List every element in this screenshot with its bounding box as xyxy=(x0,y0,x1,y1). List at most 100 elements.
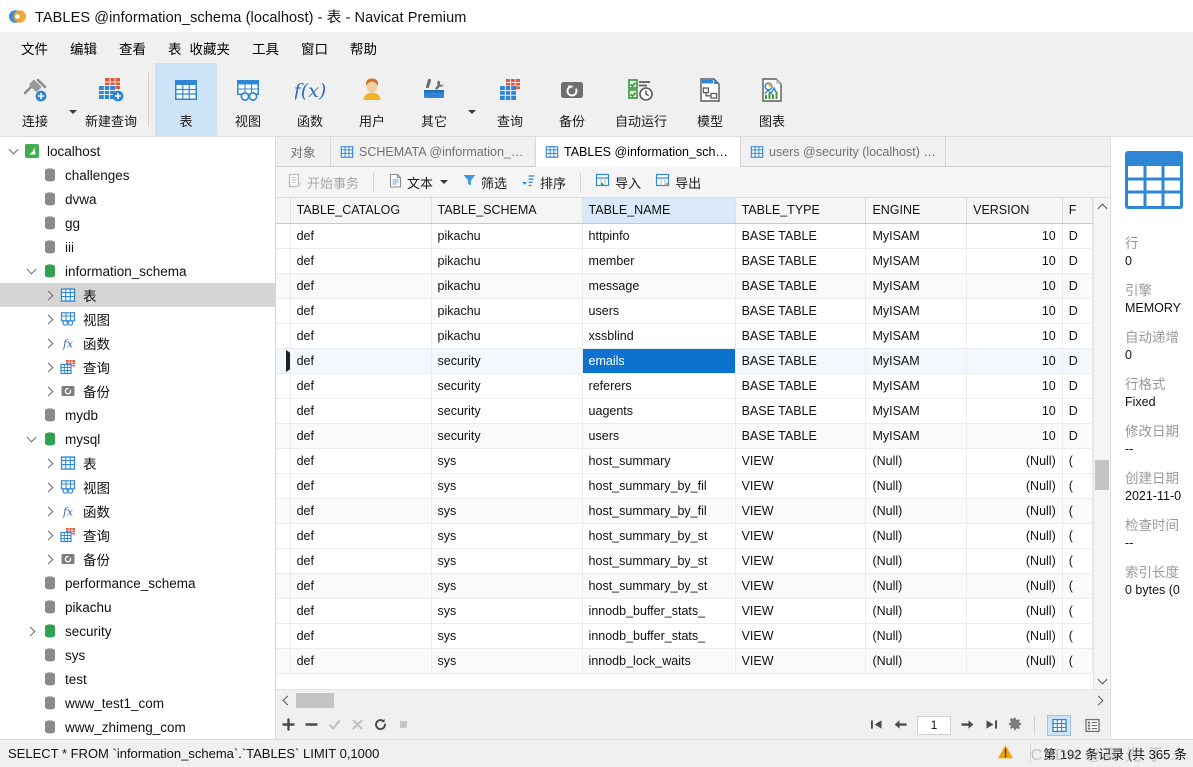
cell-table_name[interactable]: httpinfo xyxy=(582,223,736,249)
cell-table_schema[interactable]: sys xyxy=(431,623,583,649)
cell-f[interactable]: D xyxy=(1062,273,1093,299)
cell-table_type[interactable]: VIEW xyxy=(735,473,867,499)
cell-table_catalog[interactable]: def xyxy=(290,498,432,524)
tree-node-11[interactable]: mydb xyxy=(0,403,275,427)
cell-table_schema[interactable]: sys xyxy=(431,598,583,624)
cell-version[interactable]: 10 xyxy=(966,348,1063,374)
cell-table_type[interactable]: VIEW xyxy=(735,623,867,649)
table-row[interactable]: def pikachu member BASE TABLE MyISAM 10 D xyxy=(276,248,1093,274)
column-header-table_type[interactable]: TABLE_TYPE xyxy=(735,198,867,224)
cell-table_catalog[interactable]: def xyxy=(290,298,432,324)
grid-body[interactable]: def pikachu httpinfo BASE TABLE MyISAM 10 Ddef… xyxy=(276,223,1093,674)
cell-engine[interactable]: MyISAM xyxy=(865,248,968,274)
tree-node-15[interactable]: fx 函数 xyxy=(0,499,275,523)
cell-table_type[interactable]: BASE TABLE xyxy=(735,398,867,424)
cell-f[interactable]: D xyxy=(1062,373,1093,399)
cell-table_name[interactable]: innodb_lock_waits xyxy=(582,648,736,674)
chevron-right-icon[interactable] xyxy=(40,386,58,396)
cell-engine[interactable]: MyISAM xyxy=(865,298,968,324)
menu-tools[interactable]: 工具 xyxy=(241,35,290,61)
column-header-version[interactable]: VERSION xyxy=(966,198,1063,224)
column-header-table_name[interactable]: TABLE_NAME xyxy=(582,198,736,224)
cell-table_schema[interactable]: sys xyxy=(431,523,583,549)
table-row[interactable]: def pikachu users BASE TABLE MyISAM 10 D xyxy=(276,298,1093,324)
cell-version[interactable]: (Null) xyxy=(966,448,1063,474)
cell-table_type[interactable]: BASE TABLE xyxy=(735,373,867,399)
grid-vertical-scrollbar[interactable] xyxy=(1093,198,1110,689)
table-row[interactable]: def pikachu xssblind BASE TABLE MyISAM 10 D xyxy=(276,323,1093,349)
cell-table_schema[interactable]: security xyxy=(431,373,583,399)
cell-f[interactable]: ( xyxy=(1062,448,1093,474)
toolbar-function[interactable]: f(x) 函数 xyxy=(279,63,341,136)
tree-node-24[interactable]: www_zhimeng_com xyxy=(0,715,275,739)
hscroll-thumb[interactable] xyxy=(296,693,334,708)
tree-node-13[interactable]: 表 xyxy=(0,451,275,475)
tree-node-6[interactable]: 表 xyxy=(0,283,275,307)
menu-window[interactable]: 窗口 xyxy=(290,35,339,61)
scroll-left-button[interactable] xyxy=(276,695,296,706)
cell-engine[interactable]: (Null) xyxy=(865,598,968,624)
filter-button[interactable]: 筛选 xyxy=(456,170,513,195)
cell-table_catalog[interactable]: def xyxy=(290,373,432,399)
toolbar-view[interactable]: 视图 xyxy=(217,63,279,136)
chevron-right-icon[interactable] xyxy=(40,314,58,324)
table-row[interactable]: def sys host_summary_by_fil VIEW (Null) (Null… xyxy=(276,473,1093,499)
cell-version[interactable]: 10 xyxy=(966,248,1063,274)
cell-version[interactable]: 10 xyxy=(966,223,1063,249)
cell-table_schema[interactable]: pikachu xyxy=(431,323,583,349)
cell-version[interactable]: (Null) xyxy=(966,498,1063,524)
cell-table_type[interactable]: BASE TABLE xyxy=(735,248,867,274)
cell-table_catalog[interactable]: def xyxy=(290,523,432,549)
row-gutter[interactable] xyxy=(276,648,291,674)
tree-node-4[interactable]: iii xyxy=(0,235,275,259)
tree-node-18[interactable]: performance_schema xyxy=(0,571,275,595)
chevron-right-icon[interactable] xyxy=(40,362,58,372)
cell-table_schema[interactable]: pikachu xyxy=(431,298,583,324)
cell-table_type[interactable]: VIEW xyxy=(735,548,867,574)
cell-f[interactable]: ( xyxy=(1062,623,1093,649)
tree-node-10[interactable]: 备份 xyxy=(0,379,275,403)
vscroll-track[interactable] xyxy=(1094,215,1110,672)
grid-view-button[interactable] xyxy=(1047,714,1071,736)
tree-node-5[interactable]: information_schema xyxy=(0,259,275,283)
cell-engine[interactable]: (Null) xyxy=(865,473,968,499)
cell-f[interactable]: D xyxy=(1062,323,1093,349)
row-gutter[interactable] xyxy=(276,323,291,349)
chevron-down-icon[interactable] xyxy=(4,144,22,155)
cell-f[interactable]: ( xyxy=(1062,498,1093,524)
cell-f[interactable]: ( xyxy=(1062,523,1093,549)
cell-table_type[interactable]: VIEW xyxy=(735,448,867,474)
row-gutter[interactable] xyxy=(276,223,291,249)
cell-version[interactable]: 10 xyxy=(966,298,1063,324)
row-gutter[interactable] xyxy=(276,248,291,274)
grid-settings-button[interactable] xyxy=(1008,717,1022,733)
prev-page-button[interactable] xyxy=(893,718,908,733)
navigation-tree[interactable]: localhost challenges dvwa gg iii information_… xyxy=(0,137,276,739)
scroll-up-button[interactable] xyxy=(1094,198,1110,215)
cell-table_type[interactable]: VIEW xyxy=(735,573,867,599)
cancel-change-button[interactable] xyxy=(351,718,364,733)
row-gutter[interactable] xyxy=(276,273,291,299)
cell-engine[interactable]: (Null) xyxy=(865,523,968,549)
cell-engine[interactable]: (Null) xyxy=(865,623,968,649)
last-page-button[interactable] xyxy=(984,718,999,733)
cell-table_catalog[interactable]: def xyxy=(290,598,432,624)
first-page-button[interactable] xyxy=(869,718,884,733)
row-gutter[interactable] xyxy=(276,623,291,649)
tree-node-21[interactable]: sys xyxy=(0,643,275,667)
tab-tables[interactable]: TABLES @information_sche... xyxy=(536,137,741,167)
cell-table_catalog[interactable]: def xyxy=(290,448,432,474)
table-row[interactable]: def sys innodb_buffer_stats_ VIEW (Null) (Nul… xyxy=(276,598,1093,624)
chevron-right-icon[interactable] xyxy=(40,530,58,540)
tree-node-9[interactable]: 查询 xyxy=(0,355,275,379)
tree-node-14[interactable]: 视图 xyxy=(0,475,275,499)
warning-triangle-icon[interactable] xyxy=(997,744,1014,763)
cell-table_type[interactable]: BASE TABLE xyxy=(735,298,867,324)
table-row[interactable]: def pikachu httpinfo BASE TABLE MyISAM 10 D xyxy=(276,223,1093,249)
row-gutter[interactable] xyxy=(276,598,291,624)
cell-table_name[interactable]: host_summary_by_st xyxy=(582,523,736,549)
row-gutter[interactable] xyxy=(276,373,291,399)
cell-table_catalog[interactable]: def xyxy=(290,273,432,299)
cell-table_catalog[interactable]: def xyxy=(290,323,432,349)
cell-table_catalog[interactable]: def xyxy=(290,648,432,674)
